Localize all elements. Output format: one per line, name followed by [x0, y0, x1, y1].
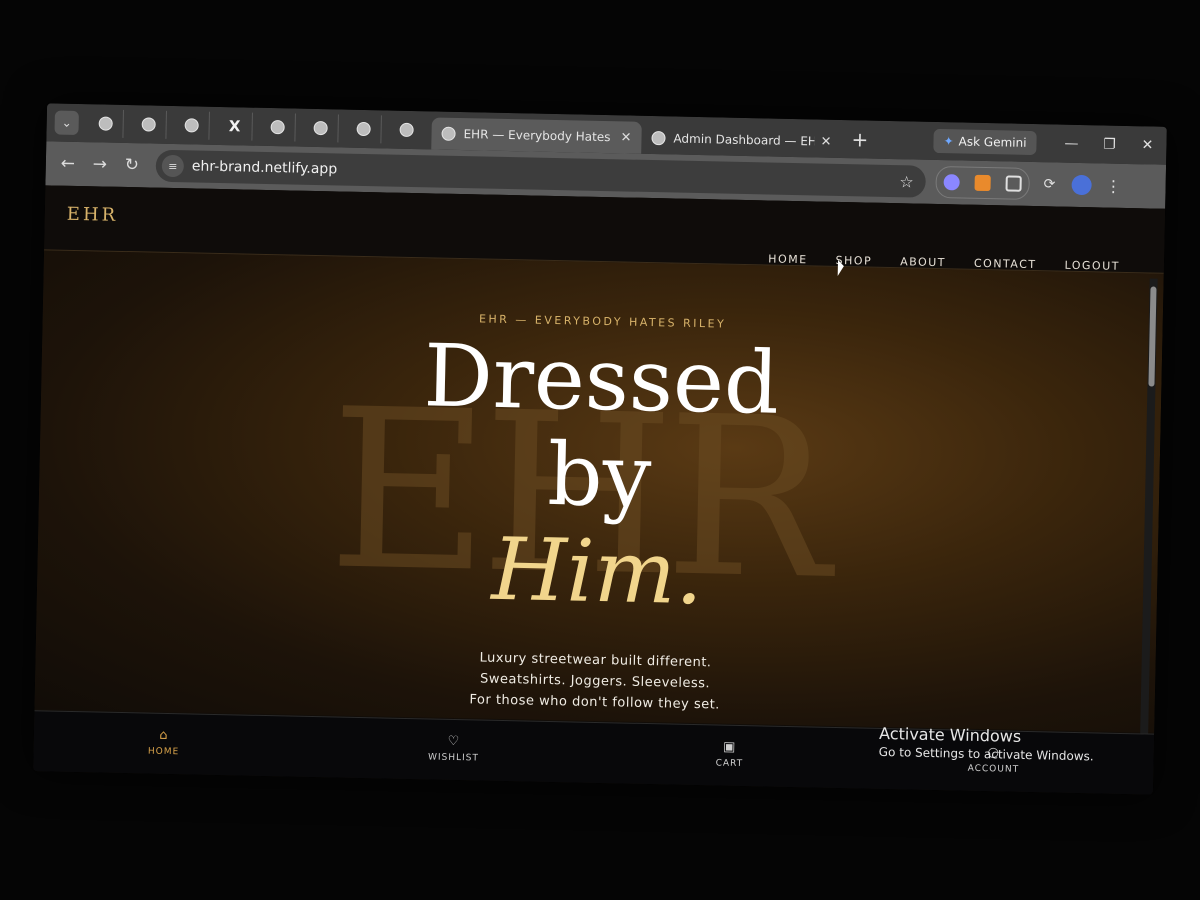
ask-gemini-button[interactable]: ✦ Ask Gemini [933, 128, 1037, 156]
bottom-nav-cart[interactable]: ▣ CART [669, 739, 790, 771]
bottom-nav-home[interactable]: ⌂ HOME [103, 727, 224, 759]
gemini-sparkle-icon: ✦ [943, 134, 954, 149]
nav-logout[interactable]: LOGOUT [1064, 259, 1120, 273]
tab-admin-dashboard[interactable]: Admin Dashboard — EHR ✕ [641, 122, 842, 158]
extensions-puzzle-icon[interactable] [1005, 175, 1022, 192]
nav-contact[interactable]: CONTACT [974, 257, 1037, 271]
globe-icon [184, 118, 199, 133]
new-tab-plus-icon[interactable]: + [851, 127, 868, 151]
pinned-tab-3[interactable] [174, 111, 210, 140]
close-window-icon[interactable]: ✕ [1128, 137, 1166, 154]
forward-arrow-icon[interactable]: → [84, 154, 116, 175]
bottom-nav-wishlist-label: WISHLIST [427, 752, 480, 764]
bottom-nav-cart-label: CART [715, 758, 744, 770]
restore-icon[interactable]: ❐ [1090, 136, 1128, 153]
close-icon[interactable]: ✕ [820, 134, 831, 149]
globe-icon [356, 121, 371, 137]
globe-icon [441, 126, 456, 141]
hero-headline: Dressed by Him. [37, 320, 1163, 631]
bottom-nav-account-label: ACCOUNT [967, 763, 1020, 775]
metamask-fox-icon[interactable] [974, 174, 991, 192]
nav-home[interactable]: HOME [768, 252, 808, 266]
mouse-cursor-icon [837, 259, 845, 277]
pinned-tab-2[interactable] [131, 110, 167, 139]
url-text[interactable]: ehr-brand.netlify.app [192, 158, 900, 189]
pinned-tab-7[interactable] [346, 114, 382, 144]
home-icon: ⌂ [159, 727, 169, 744]
globe-icon [399, 122, 414, 138]
back-arrow-icon[interactable]: ← [52, 153, 84, 174]
globe-icon [270, 120, 285, 135]
ask-gemini-label: Ask Gemini [958, 134, 1027, 150]
globe-icon [141, 117, 156, 132]
menu-kebab-icon[interactable]: ⋮ [1105, 176, 1121, 195]
close-icon[interactable]: ✕ [620, 130, 631, 145]
bottom-nav-wishlist[interactable]: ♡ WISHLIST [393, 733, 514, 765]
pinned-tab-5[interactable] [260, 112, 296, 142]
globe-icon [651, 131, 666, 146]
tab-title: EHR — Everybody Hates Riley [463, 127, 614, 145]
globe-icon [313, 120, 328, 136]
bottom-nav-home-label: HOME [147, 746, 180, 758]
pinned-tab-1[interactable] [88, 109, 124, 138]
profile-avatar[interactable] [1071, 174, 1092, 196]
bookmark-star-icon[interactable]: ☆ [899, 172, 914, 191]
pinned-tab-8[interactable] [389, 116, 424, 145]
site-info-icon[interactable]: ≡ [161, 154, 185, 178]
extensions-group [935, 165, 1030, 200]
pinned-tab-6[interactable] [303, 113, 339, 143]
site-logo[interactable]: EHR [67, 204, 119, 226]
globe-icon [98, 116, 113, 131]
heart-icon: ♡ [447, 733, 461, 750]
minimize-icon[interactable]: — [1052, 135, 1090, 152]
nav-about[interactable]: ABOUT [900, 255, 946, 269]
laptop-screen: ⌄ X EHR — Everybody Hates Riley ✕ Admin … [33, 103, 1167, 795]
sync-leaf-icon[interactable]: ⟳ [1043, 176, 1055, 192]
scrollbar-thumb[interactable] [1148, 286, 1157, 387]
extension-purple-icon[interactable] [943, 174, 961, 191]
x-logo-icon: X [228, 117, 241, 136]
tab-ehr-home[interactable]: EHR — Everybody Hates Riley ✕ [431, 117, 642, 154]
activate-title: Activate Windows [878, 723, 1022, 746]
web-page: EHR HOME SHOP ABOUT CONTACT LOGOUT EHR E… [33, 185, 1166, 795]
cart-icon: ▣ [722, 739, 737, 755]
tab-title: Admin Dashboard — EHR [673, 131, 815, 149]
tab-search-button[interactable]: ⌄ [54, 110, 79, 136]
pinned-tab-x[interactable]: X [217, 111, 253, 141]
reload-icon[interactable]: ↻ [116, 155, 148, 176]
windows-activation-watermark: Activate Windows Go to Settings to activ… [879, 724, 1095, 763]
